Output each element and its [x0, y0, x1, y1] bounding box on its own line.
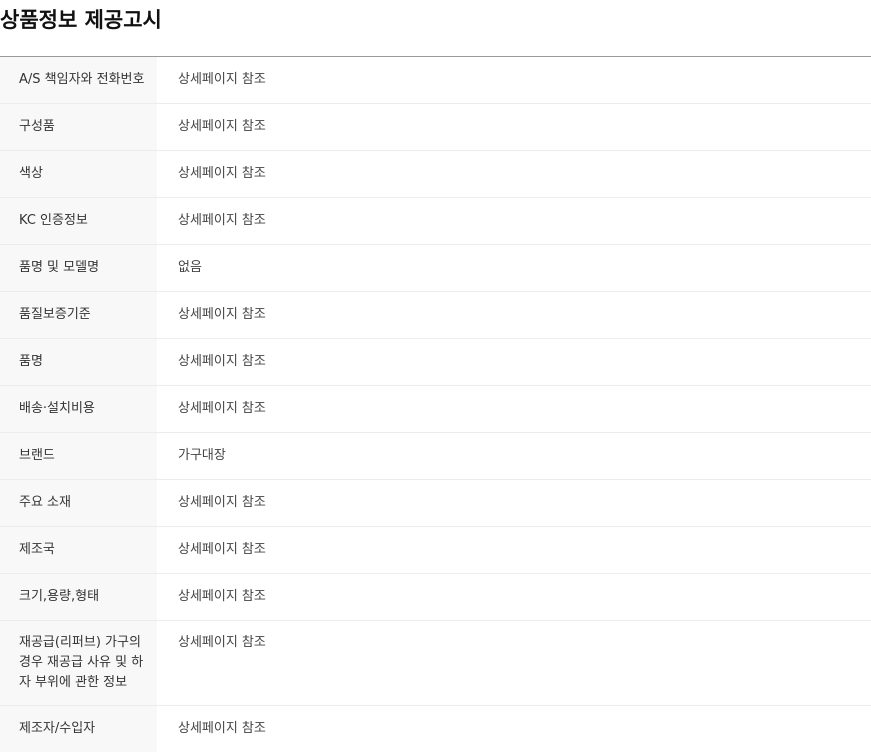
- row-value: 상세페이지 참조: [157, 151, 871, 198]
- row-label: 크기,용량,형태: [0, 574, 157, 621]
- row-label: KC 인증정보: [0, 198, 157, 245]
- row-label: 품명 및 모델명: [0, 245, 157, 292]
- row-value: 없음: [157, 245, 871, 292]
- table-row: 구성품 상세페이지 참조: [0, 104, 871, 151]
- row-value: 상세페이지 참조: [157, 386, 871, 433]
- row-label: 색상: [0, 151, 157, 198]
- row-label: 브랜드: [0, 433, 157, 480]
- table-row: 품명 및 모델명 없음: [0, 245, 871, 292]
- table-row: 품질보증기준 상세페이지 참조: [0, 292, 871, 339]
- table-row: 주요 소재 상세페이지 참조: [0, 480, 871, 527]
- row-value: 가구대장: [157, 433, 871, 480]
- row-label: 주요 소재: [0, 480, 157, 527]
- row-label: 품명: [0, 339, 157, 386]
- table-row: 제조자/수입자 상세페이지 참조: [0, 706, 871, 752]
- row-value: 상세페이지 참조: [157, 292, 871, 339]
- row-label: 재공급(리퍼브) 가구의 경우 재공급 사유 및 하자 부위에 관한 정보: [0, 621, 157, 706]
- table-row: 크기,용량,형태 상세페이지 참조: [0, 574, 871, 621]
- row-value: 상세페이지 참조: [157, 104, 871, 151]
- row-value: 상세페이지 참조: [157, 621, 871, 706]
- table-row: 색상 상세페이지 참조: [0, 151, 871, 198]
- row-value: 상세페이지 참조: [157, 57, 871, 104]
- table-row: A/S 책임자와 전화번호 상세페이지 참조: [0, 57, 871, 104]
- row-value: 상세페이지 참조: [157, 527, 871, 574]
- row-label: A/S 책임자와 전화번호: [0, 57, 157, 104]
- row-label: 구성품: [0, 104, 157, 151]
- row-value: 상세페이지 참조: [157, 198, 871, 245]
- product-info-notice-page: 상품정보 제공고시 A/S 책임자와 전화번호 상세페이지 참조 구성품 상세페…: [0, 0, 871, 744]
- row-label: 배송·설치비용: [0, 386, 157, 433]
- product-info-table: A/S 책임자와 전화번호 상세페이지 참조 구성품 상세페이지 참조 색상 상…: [0, 56, 871, 752]
- table-row: KC 인증정보 상세페이지 참조: [0, 198, 871, 245]
- row-value: 상세페이지 참조: [157, 706, 871, 752]
- row-value: 상세페이지 참조: [157, 339, 871, 386]
- table-row: 재공급(리퍼브) 가구의 경우 재공급 사유 및 하자 부위에 관한 정보 상세…: [0, 621, 871, 706]
- page-title: 상품정보 제공고시: [0, 6, 162, 34]
- row-label: 제조자/수입자: [0, 706, 157, 752]
- table-row: 브랜드 가구대장: [0, 433, 871, 480]
- row-value: 상세페이지 참조: [157, 574, 871, 621]
- row-label: 제조국: [0, 527, 157, 574]
- table-row: 제조국 상세페이지 참조: [0, 527, 871, 574]
- row-value: 상세페이지 참조: [157, 480, 871, 527]
- table-row: 배송·설치비용 상세페이지 참조: [0, 386, 871, 433]
- table-row: 품명 상세페이지 참조: [0, 339, 871, 386]
- row-label: 품질보증기준: [0, 292, 157, 339]
